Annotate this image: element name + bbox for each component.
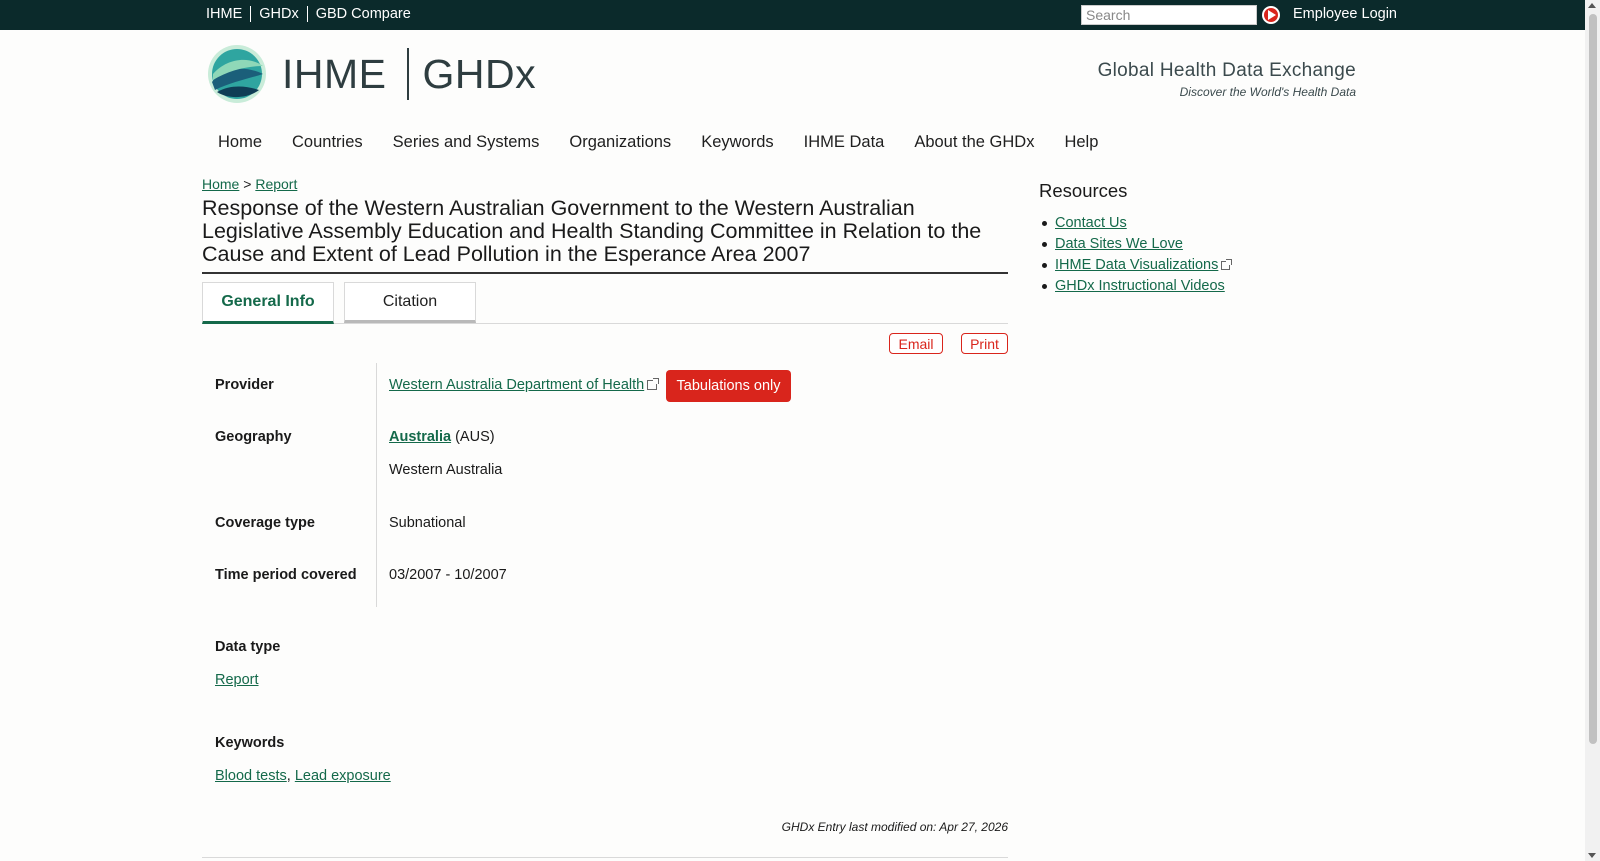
nav-item-help[interactable]: Help <box>1064 133 1098 152</box>
record-tabs: General Info Citation <box>202 282 1008 324</box>
time-period-value: 03/2007 - 10/2007 <box>389 567 507 583</box>
external-link-icon <box>1221 259 1233 270</box>
provider-value: Western Australia Department of Health <box>389 377 660 393</box>
breadcrumb-home-link[interactable]: Home <box>202 176 239 192</box>
nav-item-countries[interactable]: Countries <box>292 133 363 152</box>
top-link-ghdx[interactable]: GHDx <box>250 6 306 22</box>
employee-login-link[interactable]: Employee Login <box>1293 6 1397 22</box>
geography-label: Geography <box>215 429 292 445</box>
resource-link-ihme-data-viz[interactable]: IHME Data Visualizations <box>1055 257 1218 273</box>
page-scrollbar[interactable] <box>1585 0 1600 861</box>
email-button[interactable]: Email <box>889 333 943 354</box>
data-type-report-link[interactable]: Report <box>215 672 259 688</box>
resource-link-contact-us[interactable]: Contact Us <box>1055 215 1127 231</box>
coverage-type-value: Subnational <box>389 515 466 531</box>
site-logo-text[interactable]: IHME GHDx <box>282 48 536 100</box>
logo-ihme-text: IHME <box>282 50 387 97</box>
top-links: IHME GHDx GBD Compare <box>206 6 419 22</box>
main-nav: Home Countries Series and Systems Organi… <box>218 133 1128 152</box>
logo-ghdx-text: GHDx <box>422 50 537 97</box>
resource-link-instructional-videos[interactable]: GHDx Instructional Videos <box>1055 278 1225 294</box>
resources-heading: Resources <box>1039 180 1128 201</box>
nav-item-home[interactable]: Home <box>218 133 262 152</box>
resources-list: Contact Us Data Sites We Love IHME Data … <box>1041 214 1233 298</box>
page-title: Response of the Western Australian Gover… <box>202 197 1008 274</box>
scrollbar-thumb[interactable] <box>1589 14 1597 744</box>
logo-separator <box>406 48 409 100</box>
nav-item-series-and-systems[interactable]: Series and Systems <box>393 133 540 152</box>
keyword-link-lead-exposure[interactable]: Lead exposure <box>295 768 391 784</box>
content-bottom-divider <box>202 857 1008 858</box>
nav-item-ihme-data[interactable]: IHME Data <box>804 133 885 152</box>
scroll-up-arrow-icon[interactable] <box>1588 3 1596 8</box>
top-link-ihme[interactable]: IHME <box>206 6 250 22</box>
print-button[interactable]: Print <box>961 333 1008 354</box>
tagline-title: Global Health Data Exchange <box>1097 60 1356 81</box>
keyword-separator: , <box>286 768 291 784</box>
nav-item-about-the-ghdx[interactable]: About the GHDx <box>914 133 1034 152</box>
provider-label: Provider <box>215 377 274 393</box>
breadcrumb-separator: > <box>243 176 252 192</box>
info-column-divider <box>376 363 377 607</box>
keywords-label: Keywords <box>215 735 285 751</box>
external-link-icon <box>647 378 660 390</box>
breadcrumb-report-link[interactable]: Report <box>255 176 297 192</box>
site-tagline: Global Health Data Exchange Discover the… <box>1098 60 1356 99</box>
geography-value: Australia (AUS) <box>389 429 495 445</box>
nav-item-organizations[interactable]: Organizations <box>569 133 671 152</box>
breadcrumb: Home > Report <box>202 176 297 192</box>
search-input[interactable] <box>1081 5 1257 25</box>
coverage-type-label: Coverage type <box>215 515 315 531</box>
resources-item: GHDx Instructional Videos <box>1041 277 1230 298</box>
data-type-label: Data type <box>215 639 281 655</box>
top-bar: IHME GHDx GBD Compare Employee Login <box>0 0 1585 30</box>
top-link-gbd-compare[interactable]: GBD Compare <box>306 6 419 22</box>
geography-country-code: (AUS) <box>455 429 495 445</box>
keywords-value: Blood tests, Lead exposure <box>215 768 391 784</box>
geography-region: Western Australia <box>389 462 503 478</box>
nav-item-keywords[interactable]: Keywords <box>701 133 773 152</box>
provider-link[interactable]: Western Australia Department of Health <box>389 377 644 393</box>
geography-country-link[interactable]: Australia <box>389 429 451 445</box>
resources-item: IHME Data Visualizations <box>1041 256 1233 277</box>
resources-item: Contact Us <box>1041 214 1230 235</box>
keyword-link-blood-tests[interactable]: Blood tests <box>215 768 287 784</box>
resource-link-data-sites[interactable]: Data Sites We Love <box>1055 236 1183 252</box>
search-submit-icon[interactable] <box>1262 6 1280 24</box>
last-modified-note: GHDx Entry last modified on: Apr 27, 202… <box>781 820 1008 834</box>
tabulations-only-button[interactable]: Tabulations only <box>666 370 791 402</box>
tab-citation[interactable]: Citation <box>344 282 476 323</box>
resources-item: Data Sites We Love <box>1041 235 1230 256</box>
ihme-logo-icon[interactable] <box>207 44 267 104</box>
tab-general-info[interactable]: General Info <box>202 282 334 324</box>
time-period-label: Time period covered <box>215 567 357 583</box>
tagline-subtitle: Discover the World's Health Data <box>1179 85 1356 99</box>
data-type-value: Report <box>215 672 259 688</box>
scroll-down-arrow-icon[interactable] <box>1588 853 1596 858</box>
